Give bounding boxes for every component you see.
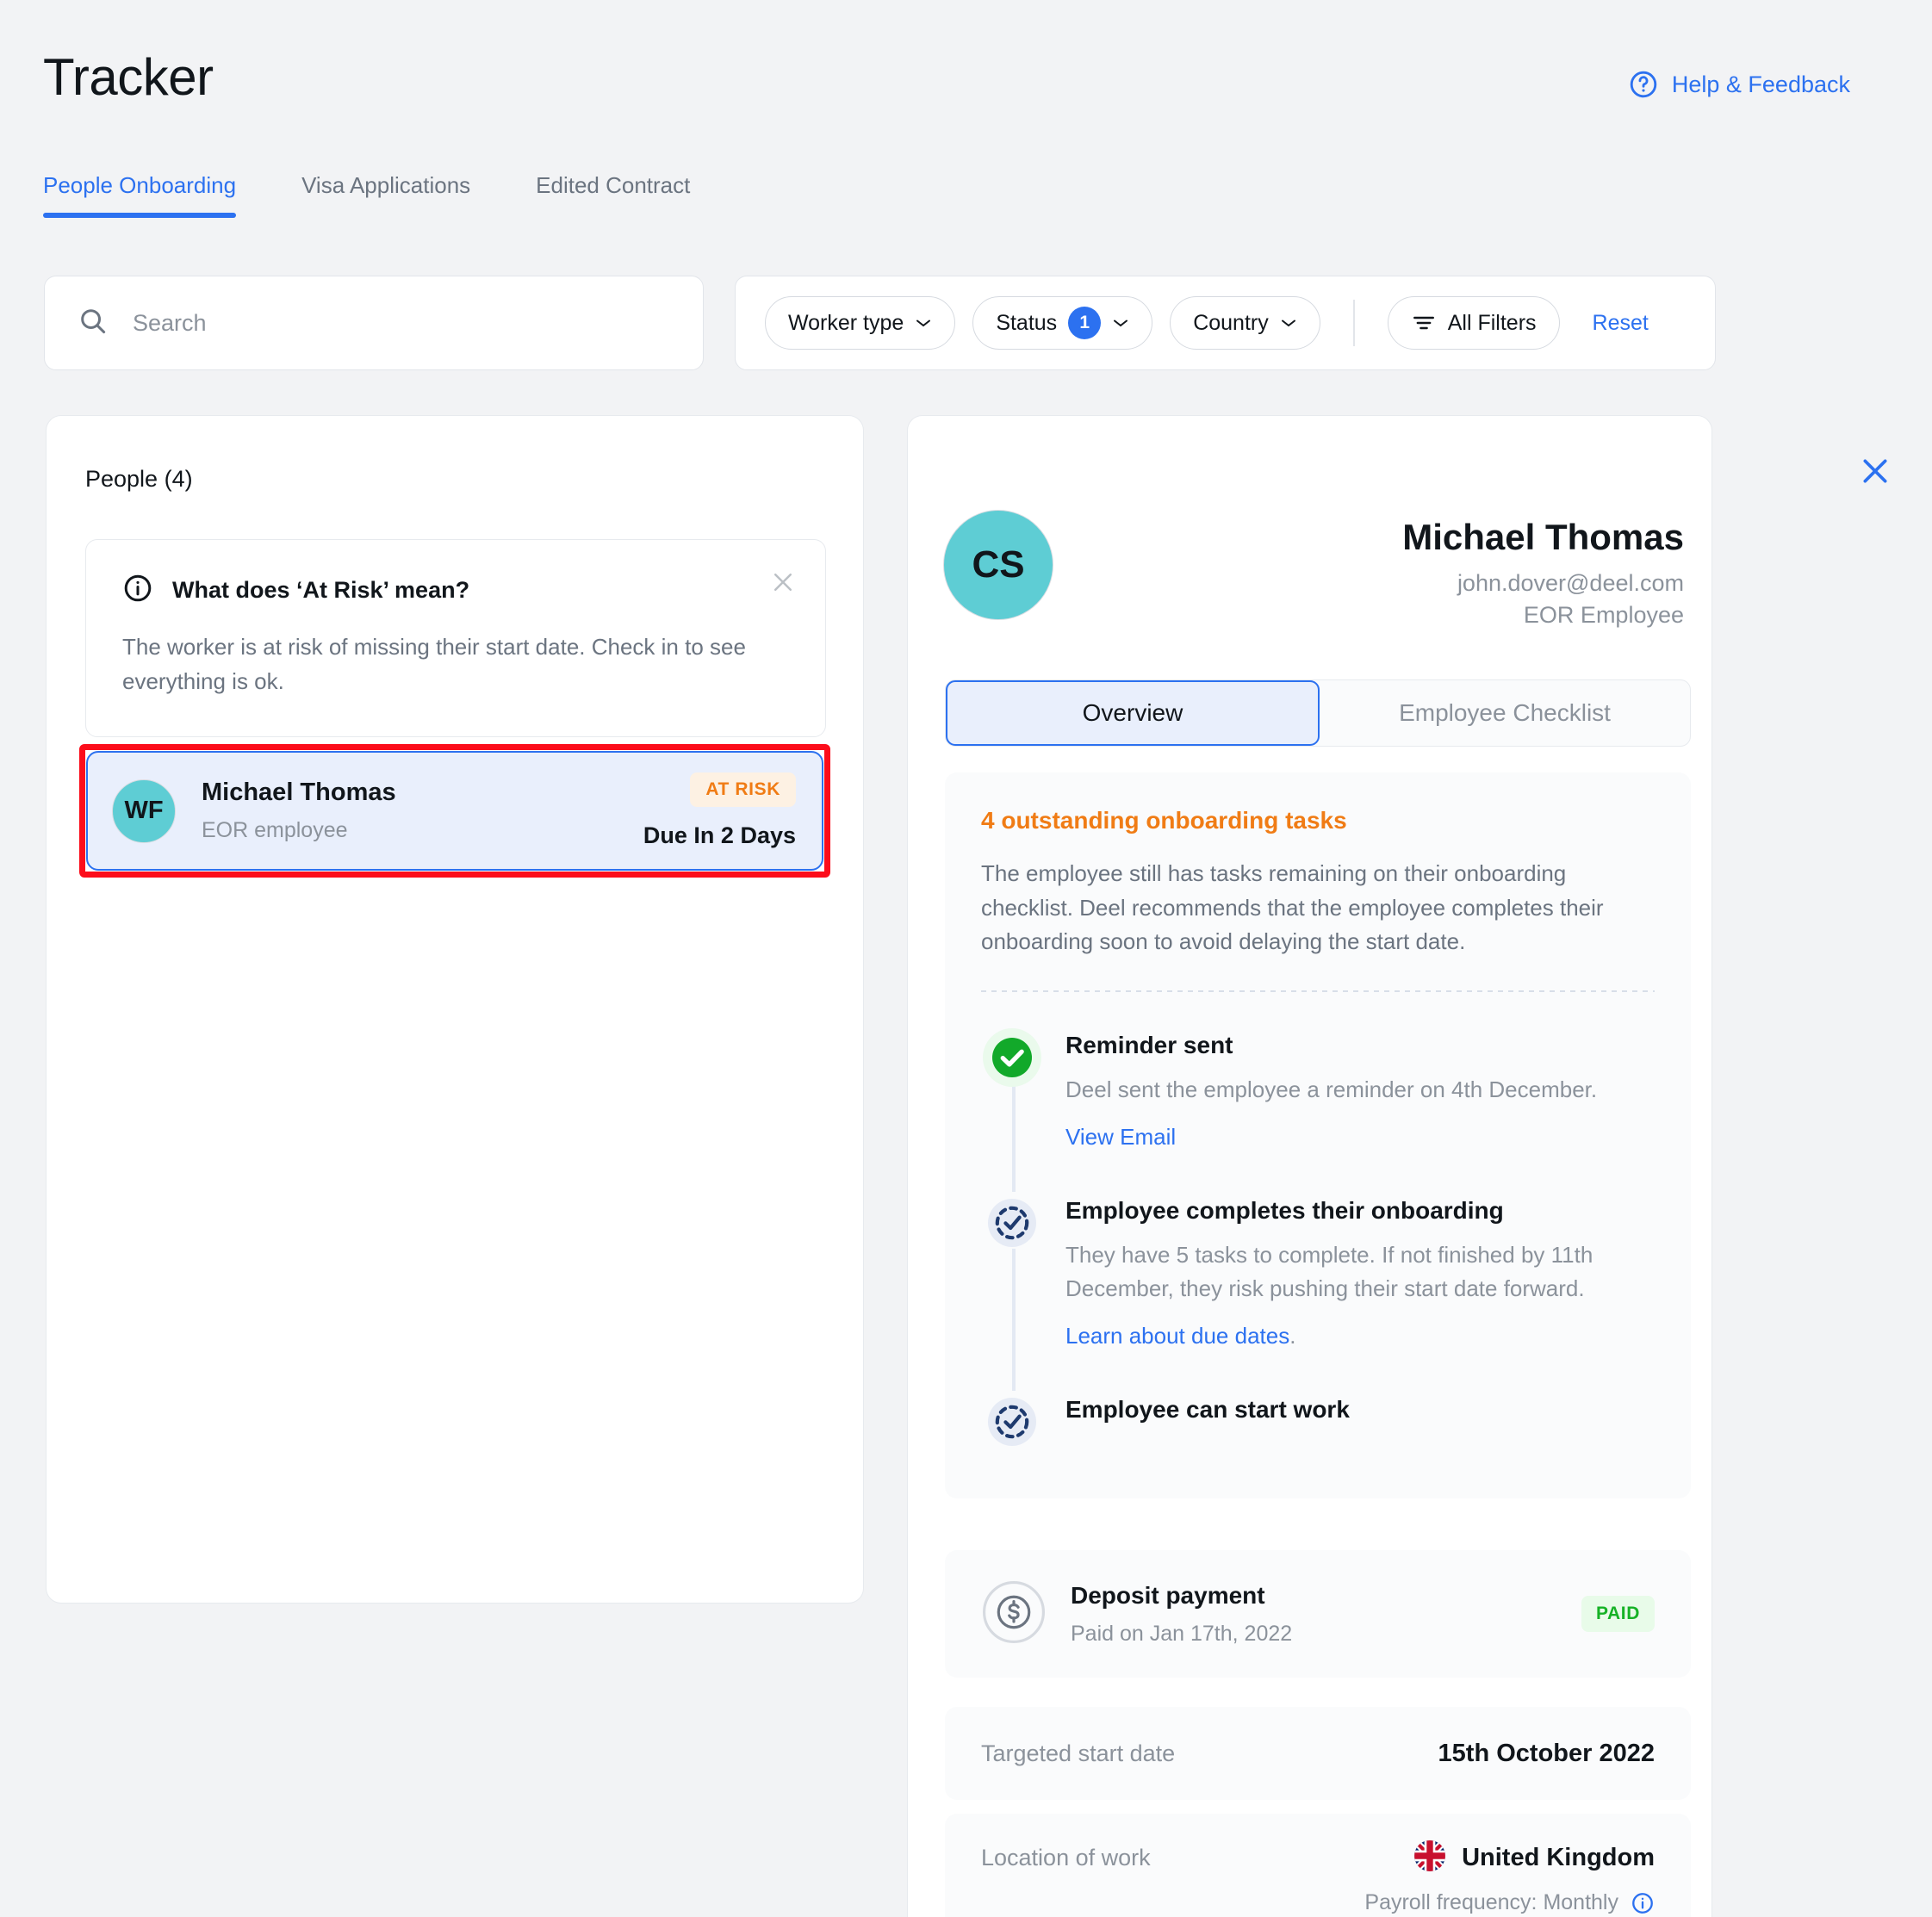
info-circle-icon [122,573,153,608]
outstanding-tasks-body: The employee still has tasks remaining o… [981,860,1604,955]
payroll-frequency-label: Payroll frequency: Monthly [1364,1890,1618,1914]
timeline-step: Employee can start work [981,1391,1655,1457]
avatar: WF [112,779,176,843]
learn-about-due-dates-link[interactable]: Learn about due dates [1065,1323,1289,1349]
status-badge: PAID [1581,1596,1655,1632]
chevron-down-icon [916,320,931,327]
timeline-step: Reminder sent Deel sent the employee a r… [981,1027,1655,1192]
filter-chip-worker-type-label: Worker type [788,310,904,335]
list-item[interactable]: WF Michael Thomas EOR employee AT RISK D… [86,751,823,871]
tab-edited-contract[interactable]: Edited Contract [536,172,690,218]
profile-header: CS Michael Thomas john.dover@deel.com EO… [943,510,1684,629]
reset-filters-link[interactable]: Reset [1593,311,1649,336]
deposit-title: Deposit payment [1071,1581,1265,1609]
help-and-feedback-link[interactable]: Help & Feedback [1628,69,1850,100]
at-risk-info-title: What does ‘At Risk’ mean? [172,577,470,603]
profile-worker-type: EOR Employee [1523,602,1684,628]
tab-visa-applications[interactable]: Visa Applications [301,172,470,218]
location-of-work-row: Location of work United Kingdom Payroll … [945,1814,1691,1917]
link-suffix: . [1289,1322,1296,1349]
person-due-label: Due In 2 Days [643,822,796,848]
filter-chip-status-label: Status [996,310,1058,335]
targeted-start-date-label: Targeted start date [981,1740,1176,1766]
info-circle-icon[interactable] [1631,1891,1655,1915]
help-and-feedback-label: Help & Feedback [1671,71,1850,97]
page-title: Tracker [43,48,214,106]
outstanding-tasks-card: 4 outstanding onboarding tasks The emplo… [945,772,1691,1498]
status-badge: AT RISK [690,772,796,807]
deposit-subtitle: Paid on Jan 17th, 2022 [1071,1621,1293,1646]
search-icon [78,306,109,341]
timeline-step-title: Reminder sent [1065,1031,1233,1058]
question-circle-icon [1628,69,1659,100]
timeline-rail [1012,1083,1016,1192]
uk-flag-icon [1413,1839,1446,1877]
all-filters-label: All Filters [1447,310,1537,335]
profile-name: Michael Thomas [1402,517,1684,557]
chevron-down-icon [1114,320,1128,327]
filter-divider [1352,300,1355,346]
close-icon[interactable] [1858,454,1892,488]
filter-chip-country[interactable]: Country [1170,296,1320,350]
all-filters-button[interactable]: All Filters [1387,296,1560,350]
dollar-circle-icon [981,1579,1047,1649]
tab-employee-checklist[interactable]: Employee Checklist [1320,680,1690,746]
at-risk-info-card: What does ‘At Risk’ mean? The worker is … [85,539,826,738]
deposit-payment-card: Deposit payment Paid on Jan 17th, 2022 P… [945,1550,1691,1678]
filter-chip-status-count: 1 [1068,307,1102,339]
targeted-start-date-row: Targeted start date 15th October 2022 [945,1707,1691,1800]
dashed-check-circle-icon [981,1391,1043,1457]
location-of-work-label: Location of work [981,1845,1151,1870]
location-of-work-value: United Kingdom [1462,1844,1655,1871]
timeline-step-desc: Deel sent the employee a reminder on 4th… [1065,1076,1598,1102]
filter-bar: Worker type Status 1 Country All Filters… [735,276,1716,370]
avatar: CS [943,510,1053,620]
filter-chip-worker-type[interactable]: Worker type [765,296,956,350]
timeline-step-title: Employee completes their onboarding [1065,1196,1504,1224]
filter-chip-country-label: Country [1193,310,1269,335]
profile-email: john.dover@deel.com [1457,570,1684,596]
person-name: Michael Thomas [202,779,396,806]
search-input[interactable] [133,309,670,337]
tracker-page: Tracker Help & Feedback People Onboardin… [0,0,1932,1917]
onboarding-timeline: Reminder sent Deel sent the employee a r… [981,1027,1655,1457]
targeted-start-date-value: 15th October 2022 [1438,1739,1655,1767]
person-role: EOR employee [202,818,348,842]
filter-chip-status[interactable]: Status 1 [972,296,1153,350]
timeline-rail [1012,1248,1016,1391]
search-box[interactable] [44,276,704,370]
chevron-down-icon [1281,320,1295,327]
people-count-label: People (4) [85,466,193,492]
at-risk-info-body: The worker is at risk of missing their s… [122,634,746,694]
tab-bar: People Onboarding Visa Applications Edit… [43,172,690,218]
timeline-step: Employee completes their onboarding They… [981,1192,1655,1391]
detail-tab-group: Overview Employee Checklist [945,679,1691,747]
timeline-step-title: Employee can start work [1065,1395,1350,1423]
tab-overview[interactable]: Overview [946,680,1320,746]
timeline-step-desc: They have 5 tasks to complete. If not fi… [1065,1241,1593,1301]
close-icon[interactable] [770,569,796,595]
divider [981,990,1655,992]
outstanding-tasks-title: 4 outstanding onboarding tasks [981,807,1347,834]
filter-icon [1413,316,1434,330]
tab-people-onboarding[interactable]: People Onboarding [43,172,237,218]
people-list-panel: People (4) What does ‘At Risk’ mean? The… [46,415,864,1604]
view-email-link[interactable]: View Email [1065,1124,1176,1150]
